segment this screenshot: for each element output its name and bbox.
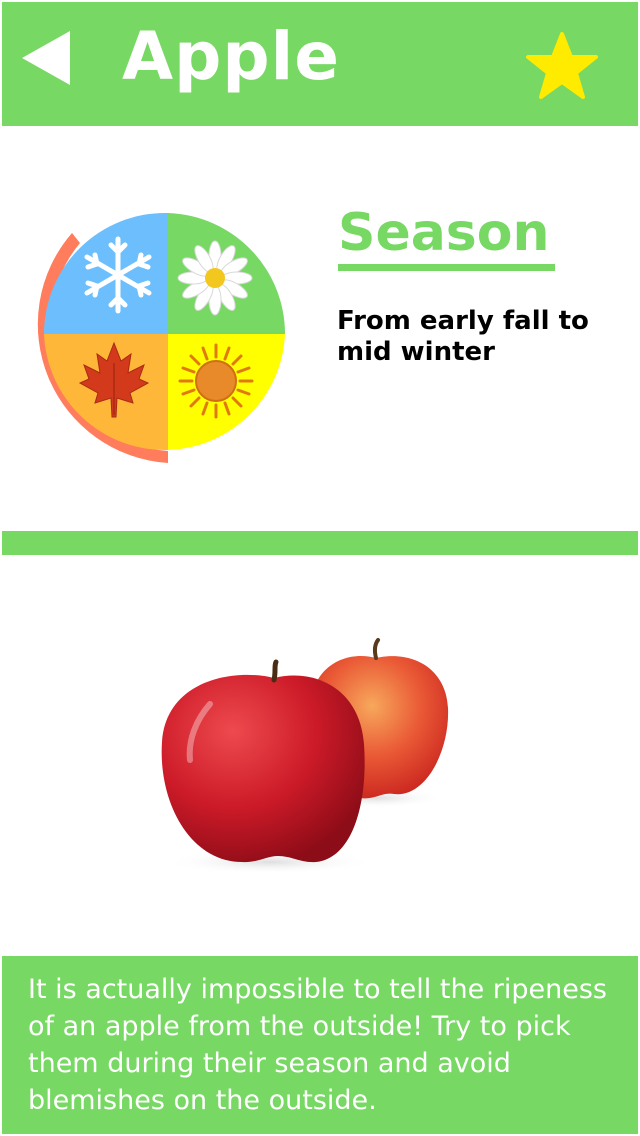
season-wheel [37,212,286,463]
back-arrow-icon[interactable] [20,29,72,87]
star-icon[interactable] [526,30,598,100]
page-title: Apple [122,18,340,95]
sun-icon [178,343,254,419]
apple-photo [161,638,449,874]
season-heading: Season [338,203,550,263]
section-divider [2,531,638,555]
winter-quadrant [44,212,168,334]
tip-text: It is actually impossible to tell the ri… [28,974,607,1116]
season-description: From early fall to mid winter [337,306,589,367]
season-heading-underline [338,264,555,271]
app-header: Apple [2,2,638,126]
